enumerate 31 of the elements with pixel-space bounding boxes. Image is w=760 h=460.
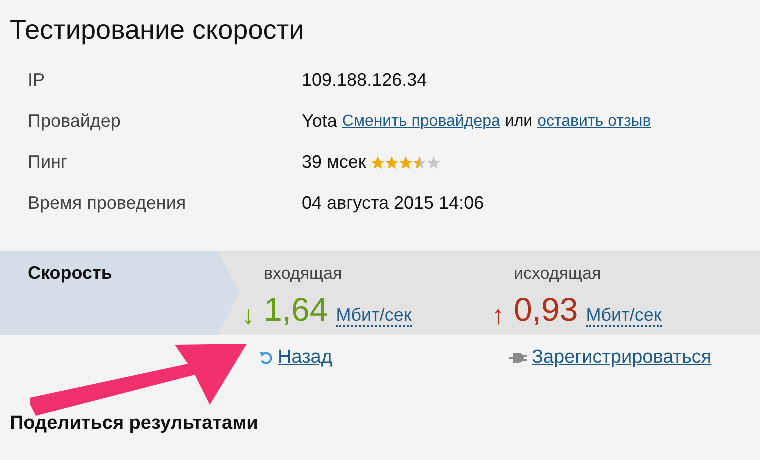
star-icon [385,156,400,170]
info-value: 04 августа 2015 14:06 [302,192,484,215]
plug-icon [509,352,527,364]
page-title: Тестирование скорости [9,14,306,46]
or-text: или [505,112,533,132]
info-label: Провайдер [28,110,122,133]
provider-name: Yota [302,110,338,133]
change-provider-link[interactable]: Сменить провайдера [342,107,500,136]
info-label: IP [28,69,46,92]
ping-value: 39 мсек [302,151,366,174]
star-icon [371,156,386,170]
share-heading: Поделиться результатами [10,413,258,435]
back-link[interactable]: Назад [278,347,332,369]
down-arrow: ↓ [242,299,256,332]
speed-label: Скорость [0,251,242,335]
info-label: Пинг [28,151,68,174]
direction-caption: входящая [264,263,344,285]
unit-link[interactable]: Мбит/сек [586,305,662,327]
direction-caption: исходящая [514,263,602,285]
unit-link[interactable]: Мбит/сек [336,305,412,327]
star-icon [399,156,414,170]
up-arrow: ↑ [492,299,506,332]
register-link[interactable]: Зарегистрироваться [532,347,712,369]
review-link[interactable]: оставить отзыв [538,107,652,136]
speed-value: 0,93 [514,290,578,330]
info-label: Время проведения [28,192,188,215]
speed-value: 1,64 [264,290,328,330]
info-value: 109.188.126.34 [302,69,428,92]
star-icon [413,156,428,170]
undo-icon [259,351,273,365]
star-icon [427,156,442,170]
